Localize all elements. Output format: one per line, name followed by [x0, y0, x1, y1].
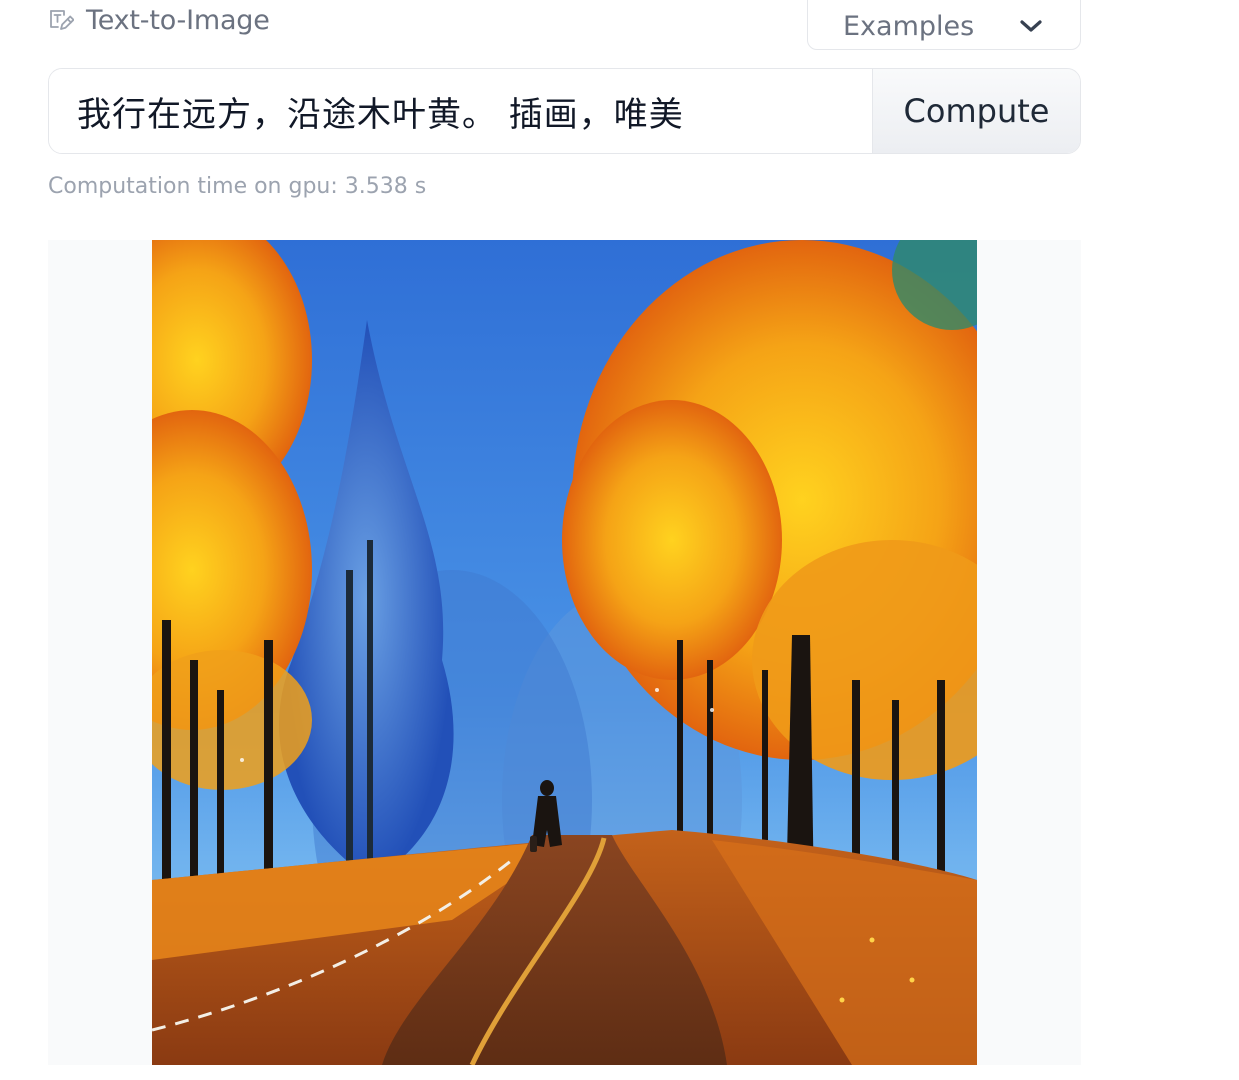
chevron-down-icon	[1020, 20, 1042, 32]
compute-button[interactable]: Compute	[872, 69, 1080, 153]
examples-dropdown[interactable]: Examples	[807, 0, 1081, 50]
generated-image	[152, 240, 977, 1065]
text-to-image-icon	[48, 7, 74, 33]
examples-label: Examples	[843, 10, 975, 42]
task-label: Text-to-Image	[86, 4, 270, 36]
prompt-form: Compute	[48, 68, 1081, 154]
computation-time: Computation time on gpu: 3.538 s	[48, 174, 427, 199]
output-panel	[48, 240, 1081, 1065]
widget-header: Text-to-Image	[48, 4, 270, 36]
prompt-input[interactable]	[49, 69, 872, 153]
